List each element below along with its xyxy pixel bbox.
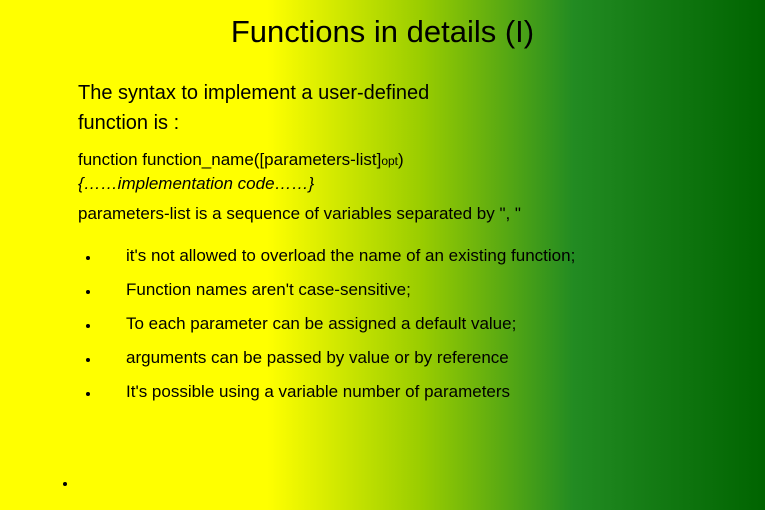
slide-container: Functions in details (I) The syntax to i… (0, 0, 765, 510)
list-item: arguments can be passed by value or by r… (86, 348, 725, 368)
syntax-pre: function function_name([parameters-list] (78, 150, 381, 169)
syntax-post: ) (398, 150, 404, 169)
list-item: Function names aren't case-sensitive; (86, 280, 725, 300)
note-line: parameters-list is a sequence of variabl… (78, 204, 725, 224)
intro-text: The syntax to implement a user-defined f… (78, 78, 725, 138)
list-item: It's possible using a variable number of… (86, 382, 725, 402)
implementation-line: {……implementation code……} (78, 174, 725, 194)
syntax-opt: opt (381, 154, 398, 168)
syntax-line: function function_name([parameters-list]… (78, 150, 725, 170)
list-item: To each parameter can be assigned a defa… (86, 314, 725, 334)
slide-title: Functions in details (I) (0, 0, 765, 78)
bullet-list: it's not allowed to overload the name of… (78, 246, 725, 402)
slide-content: The syntax to implement a user-defined f… (0, 78, 765, 402)
intro-line-2: function is : (78, 108, 725, 138)
list-item: it's not allowed to overload the name of… (86, 246, 725, 266)
stray-bullet-dot (63, 482, 67, 486)
intro-line-1: The syntax to implement a user-defined (78, 78, 725, 108)
